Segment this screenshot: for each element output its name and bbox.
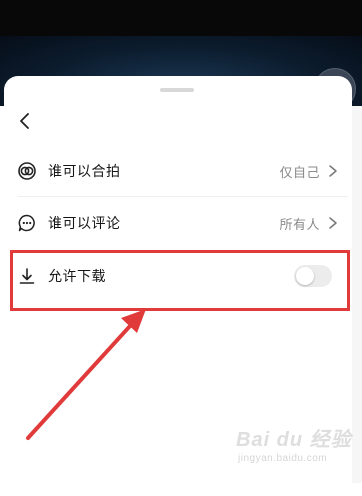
watermark-brand: Bai du 经验 <box>236 429 352 451</box>
baidu-watermark: Bai du 经验 jingyan.baidu.com <box>236 423 356 469</box>
annotation-arrow <box>26 309 146 440</box>
watermark-url: jingyan.baidu.com <box>238 453 328 464</box>
